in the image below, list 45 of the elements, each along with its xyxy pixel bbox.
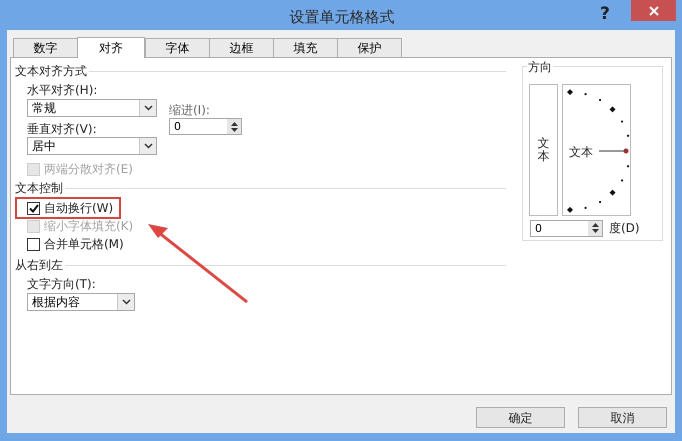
check-icon [28, 204, 38, 212]
dropdown[interactable]: 常规 [27, 99, 157, 117]
number-spinner[interactable]: 0 [530, 220, 603, 236]
close-icon [648, 6, 658, 16]
field-label: 缩进(I): [169, 102, 211, 118]
chevron-down-icon [144, 105, 152, 111]
tab[interactable]: 对齐 [77, 37, 145, 58]
dialog-button[interactable]: 确定 [476, 407, 565, 428]
checkbox-label: 缩小字体填充(K) [44, 218, 134, 235]
tab[interactable]: 数字 [13, 38, 78, 57]
vertical-text: 文本 [538, 136, 550, 164]
section-title: 文本对齐方式 [15, 63, 87, 80]
close-button[interactable] [631, 0, 676, 21]
tab[interactable]: 填充 [273, 38, 338, 57]
dropdown[interactable]: 根据内容 [27, 293, 135, 311]
checkbox-label: 合并单元格(M) [44, 236, 124, 253]
spinner-value: 0 [173, 119, 182, 134]
chevron-down-icon [144, 143, 152, 149]
checkbox-label: 自动换行(W) [44, 200, 114, 217]
window-title: 设置单元格格式 [288, 7, 396, 28]
field-label: 度(D) [609, 220, 640, 237]
dropdown-value: 居中 [31, 138, 57, 154]
section-title: 文本控制 [15, 180, 63, 197]
field-label: 文字方向(T): [27, 276, 97, 293]
spinner-value: 0 [534, 220, 543, 236]
field-label: 垂直对齐(V): [27, 121, 98, 137]
dialog-button[interactable]: 取消 [578, 407, 667, 428]
chevron-down-icon [122, 299, 130, 305]
section-title: 从右到左 [15, 257, 63, 274]
tab[interactable]: 保护 [337, 38, 402, 57]
dropdown-value: 常规 [31, 100, 57, 116]
dropdown[interactable]: 居中 [27, 137, 157, 155]
dial-text: 文本 [569, 144, 593, 161]
spinner-arrows-icon[interactable] [230, 120, 238, 132]
field-label: 水平对齐(H): [27, 82, 98, 99]
checkbox[interactable] [27, 238, 40, 250]
dropdown-value: 根据内容 [31, 294, 81, 310]
number-spinner[interactable]: 0 [169, 118, 242, 135]
vertical-text-button[interactable]: 文本 [529, 84, 558, 216]
help-button[interactable]: ? [600, 2, 610, 28]
tab[interactable]: 边框 [209, 38, 274, 57]
tab[interactable]: 字体 [145, 38, 210, 57]
checkbox-label: 两端分散对齐(E) [44, 161, 133, 178]
checkbox[interactable] [27, 202, 40, 214]
spinner-arrows-icon[interactable] [590, 222, 600, 234]
